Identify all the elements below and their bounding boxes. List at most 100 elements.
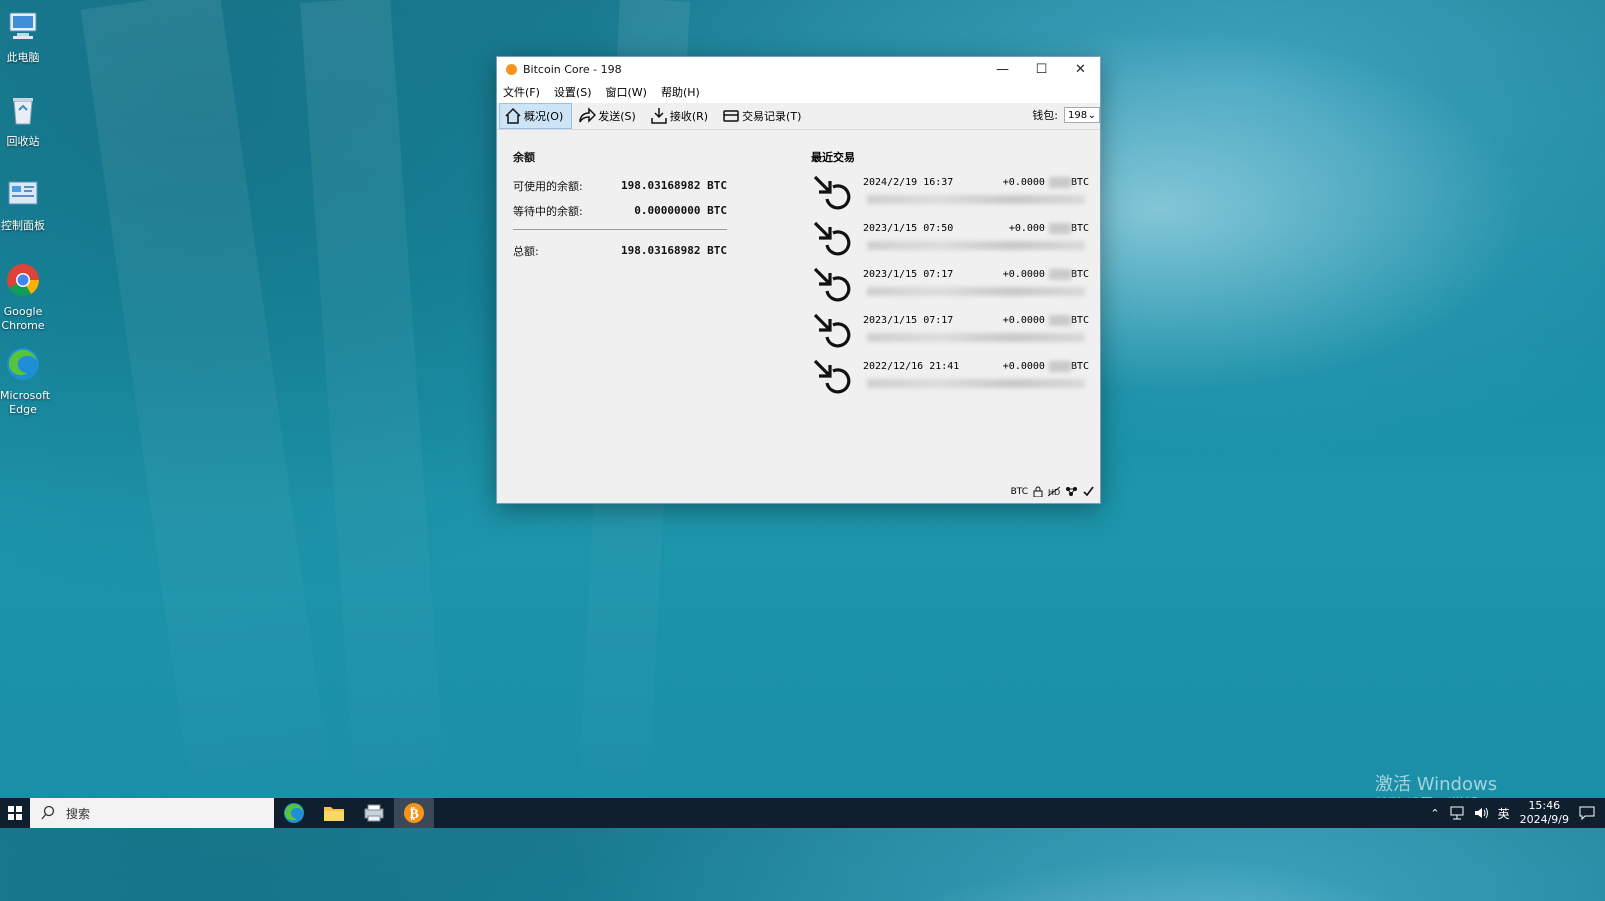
desktop-icon-edge[interactable]: Microsoft Edge <box>0 346 51 417</box>
title-bar[interactable]: Bitcoin Core - 198 — ☐ ✕ <box>497 57 1100 81</box>
home-icon <box>505 107 521 124</box>
taskbar-app-printer[interactable] <box>354 798 394 828</box>
maximize-button[interactable]: ☐ <box>1022 57 1061 81</box>
desktop-icon-recycle-bin[interactable]: 回收站 <box>0 92 46 149</box>
chevron-up-icon[interactable]: ⌃ <box>1430 807 1439 820</box>
close-button[interactable]: ✕ <box>1061 57 1100 81</box>
start-button[interactable] <box>0 798 30 828</box>
transaction-date: 2022/12/16 21:41 <box>863 361 960 372</box>
transaction-row[interactable]: 2022/12/16 21:41 +0.0000 BTC <box>811 355 1089 401</box>
tab-label: 交易记录(T) <box>742 110 802 123</box>
available-balance-row: 可使用的余额: 198.03168982 BTC <box>513 173 727 198</box>
transaction-unit: BTC <box>1070 223 1089 234</box>
transaction-row[interactable]: 2023/1/15 07:17 +0.0000 BTC <box>811 263 1089 309</box>
clock-time: 15:46 <box>1528 799 1561 812</box>
light-ray <box>80 0 345 901</box>
transaction-unit: BTC <box>1070 315 1089 326</box>
transaction-row[interactable]: 2023/1/15 07:17 +0.0000 BTC <box>811 309 1089 355</box>
menu-window[interactable]: 窗口(W) <box>606 84 647 100</box>
menu-help[interactable]: 帮助(H) <box>661 84 700 100</box>
clock[interactable]: 15:46 2024/9/9 <box>1520 799 1569 827</box>
desktop-icon-label: 控制面板 <box>1 219 45 232</box>
edge-icon <box>284 803 304 823</box>
redacted-address <box>867 379 1085 388</box>
lock-icon[interactable] <box>1033 486 1043 497</box>
desktop-icon-label: 此电脑 <box>6 51 40 64</box>
clock-date: 2024/9/9 <box>1519 813 1569 826</box>
incoming-transaction-icon <box>813 267 851 302</box>
transaction-amount: +0.0000 BTC <box>1003 361 1089 372</box>
transaction-amount-value: +0.0000 <box>1002 269 1045 280</box>
redacted-amount <box>1049 177 1071 188</box>
wallet-dropdown[interactable]: 198 ⌄ <box>1064 107 1100 123</box>
total-label: 总额: <box>513 244 539 258</box>
taskbar-edge[interactable] <box>274 798 314 828</box>
minimize-button[interactable]: — <box>983 57 1022 81</box>
recent-heading: 最近交易 <box>811 151 855 164</box>
bitcoin-icon: ₿ <box>404 803 424 823</box>
svg-text:HD: HD <box>1048 488 1060 497</box>
transaction-date: 2023/1/15 07:17 <box>863 315 954 326</box>
recycle-bin-icon <box>13 98 33 125</box>
tab-send[interactable]: 发送(S) <box>574 104 644 128</box>
redacted-amount <box>1049 223 1071 234</box>
notification-icon[interactable] <box>1579 806 1595 820</box>
transaction-row[interactable]: 2024/2/19 16:37 +0.0000 BTC <box>811 171 1089 217</box>
total-balance-row: 总额: 198.03168982 BTC <box>513 238 727 263</box>
unit-label[interactable]: BTC <box>1011 487 1028 497</box>
network-tray-icon[interactable] <box>1450 806 1466 820</box>
transaction-unit: BTC <box>1070 177 1089 188</box>
network-icon[interactable] <box>1065 486 1078 497</box>
taskbar: 搜索 ₿ ⌃ 英 15:46 2024/9/9 <box>0 798 1605 828</box>
transaction-unit: BTC <box>1070 361 1089 372</box>
menu-file[interactable]: 文件(F) <box>503 84 540 100</box>
window-title: Bitcoin Core - 198 <box>523 62 622 76</box>
transaction-unit: BTC <box>1070 269 1089 280</box>
desktop-icon-label: 回收站 <box>6 135 40 148</box>
transactions-icon <box>723 110 739 122</box>
tab-overview[interactable]: 概况(O) <box>499 103 573 129</box>
desktop-icon-this-pc[interactable]: 此电脑 <box>0 8 46 65</box>
available-value: 198.03168982 BTC <box>621 179 727 192</box>
volume-icon[interactable] <box>1474 806 1490 820</box>
desktop-icon-label: Google Chrome <box>1 305 45 332</box>
redacted-amount <box>1049 269 1071 280</box>
receive-icon <box>651 108 667 124</box>
transaction-amount-value: +0.0000 <box>1002 361 1045 372</box>
menu-bar: 文件(F) 设置(S) 窗口(W) 帮助(H) <box>497 81 1100 103</box>
divider <box>513 229 727 230</box>
balance-heading: 余额 <box>513 151 535 164</box>
total-value: 198.03168982 BTC <box>621 244 727 257</box>
hd-icon[interactable]: HD <box>1048 486 1060 497</box>
computer-icon <box>9 12 37 39</box>
recent-transactions-panel: 最近交易 2024/2/19 16:37 +0.0000 BTC 2023/1/15 … <box>811 149 1089 401</box>
incoming-transaction-icon <box>813 221 851 256</box>
pending-balance-row: 等待中的余额: 0.00000000 BTC <box>513 198 727 223</box>
desktop-icon-chrome[interactable]: Google Chrome <box>0 262 46 333</box>
available-label: 可使用的余额: <box>513 179 583 193</box>
tab-receive[interactable]: 接收(R) <box>646 104 716 128</box>
status-bar: BTC HD <box>1011 486 1094 497</box>
transaction-date: 2023/1/15 07:17 <box>863 269 954 280</box>
edge-icon <box>7 348 39 380</box>
transaction-row[interactable]: 2023/1/15 07:50 +0.000 BTC <box>811 217 1089 263</box>
synced-check-icon[interactable] <box>1083 486 1094 497</box>
pending-label: 等待中的余额: <box>513 204 583 218</box>
tab-transactions[interactable]: 交易记录(T) <box>718 104 809 128</box>
taskbar-file-explorer[interactable] <box>314 798 354 828</box>
taskbar-search[interactable]: 搜索 <box>30 798 274 828</box>
transaction-amount-value: +0.000 <box>1008 223 1045 234</box>
balance-panel: 余额 可使用的余额: 198.03168982 BTC 等待中的余额: 0.00… <box>513 149 727 263</box>
menu-settings[interactable]: 设置(S) <box>554 84 592 100</box>
wallet-selector: 钱包: 198 ⌄ <box>1032 107 1100 123</box>
redacted-address <box>867 195 1085 204</box>
windows-logo-icon <box>8 806 22 820</box>
taskbar-bitcoin-core[interactable]: ₿ <box>394 798 434 828</box>
wallet-value: 198 <box>1068 109 1088 121</box>
desktop-icon-control-panel[interactable]: 控制面板 <box>0 176 46 233</box>
search-placeholder: 搜索 <box>66 806 91 821</box>
ime-indicator[interactable]: 英 <box>1498 805 1510 822</box>
desktop-icon-label: Microsoft Edge <box>0 389 51 416</box>
bitcoin-icon <box>506 63 517 75</box>
folder-icon <box>324 807 344 821</box>
